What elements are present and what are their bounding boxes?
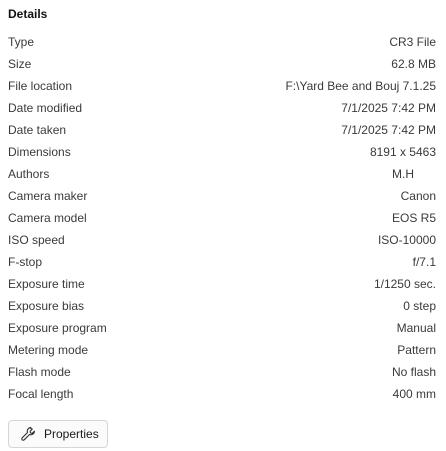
detail-value: EOS R5 [391, 211, 436, 225]
detail-row-exposure-time: Exposure time 1/1250 sec. [0, 273, 446, 295]
wrench-icon [20, 426, 36, 442]
detail-row-size: Size 62.8 MB [0, 53, 446, 75]
detail-row-camera-model: Camera model EOS R5 [0, 207, 446, 229]
detail-value: f/7.1 [412, 255, 436, 269]
detail-label: Type [8, 35, 35, 49]
detail-label: Authors [8, 167, 50, 181]
detail-row-flash-mode: Flash mode No flash [0, 361, 446, 383]
detail-row-iso-speed: ISO speed ISO-10000 [0, 229, 446, 251]
detail-label: File location [8, 79, 73, 93]
detail-label: Dimensions [8, 145, 71, 159]
details-list: Type CR3 File Size 62.8 MB File location… [0, 31, 446, 405]
details-panel: Details Type CR3 File Size 62.8 MB File … [0, 0, 446, 451]
detail-value: No flash [391, 365, 436, 379]
detail-label: Flash mode [8, 365, 71, 379]
detail-label: Exposure time [8, 277, 85, 291]
detail-value[interactable]: M.H [392, 163, 414, 185]
detail-label: Exposure bias [8, 299, 85, 313]
detail-label: Exposure program [8, 321, 107, 335]
detail-row-file-location: File location F:\Yard Bee and Bouj 7.1.2… [0, 75, 446, 97]
details-title: Details [8, 7, 48, 21]
detail-value: Canon [400, 189, 436, 203]
detail-value: 0 step [403, 299, 436, 313]
detail-label: Date taken [8, 123, 67, 137]
detail-row-f-stop: F-stop f/7.1 [0, 251, 446, 273]
detail-row-dimensions: Dimensions 8191 x 5463 [0, 141, 446, 163]
detail-row-focal-length: Focal length 400 mm [0, 383, 446, 405]
detail-label: Focal length [8, 387, 74, 401]
detail-row-exposure-bias: Exposure bias 0 step [0, 295, 446, 317]
detail-label: Date modified [8, 101, 83, 115]
detail-value: 7/1/2025 7:42 PM [341, 123, 436, 137]
detail-value: CR3 File [389, 35, 436, 49]
properties-button[interactable]: Properties [8, 420, 108, 448]
detail-value: 62.8 MB [391, 57, 436, 71]
detail-value: 1/1250 sec. [373, 277, 436, 291]
detail-value: ISO-10000 [377, 233, 436, 247]
detail-label: ISO speed [8, 233, 65, 247]
detail-row-type: Type CR3 File [0, 31, 446, 53]
detail-row-metering-mode: Metering mode Pattern [0, 339, 446, 361]
properties-button-label: Properties [44, 427, 99, 441]
detail-label: F-stop [8, 255, 43, 269]
detail-value: F:\Yard Bee and Bouj 7.1.25 [285, 79, 436, 93]
detail-label: Size [8, 57, 32, 71]
detail-value: 400 mm [392, 387, 436, 401]
detail-row-exposure-program: Exposure program Manual [0, 317, 446, 339]
detail-value: 7/1/2025 7:42 PM [341, 101, 436, 115]
detail-row-date-modified: Date modified 7/1/2025 7:42 PM [0, 97, 446, 119]
detail-row-date-taken: Date taken 7/1/2025 7:42 PM [0, 119, 446, 141]
detail-row-camera-maker: Camera maker Canon [0, 185, 446, 207]
detail-label: Metering mode [8, 343, 89, 357]
detail-value: Pattern [397, 343, 436, 357]
detail-value: Manual [396, 321, 436, 335]
detail-value: 8191 x 5463 [369, 145, 436, 159]
detail-label: Camera maker [8, 189, 88, 203]
detail-label: Camera model [8, 211, 87, 225]
detail-row-authors: Authors M.H [0, 163, 446, 185]
